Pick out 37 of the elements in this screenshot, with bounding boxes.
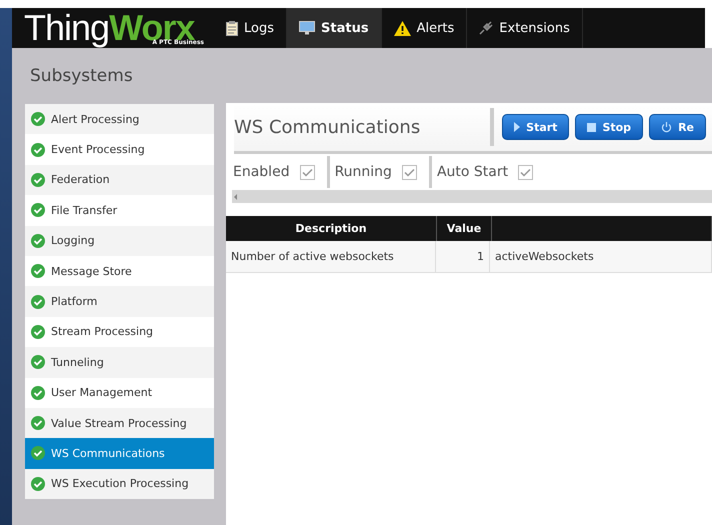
subsystem-item[interactable]: Alert Processing bbox=[25, 104, 214, 134]
flag-label: Enabled bbox=[233, 164, 290, 180]
action-button[interactable]: Start bbox=[502, 114, 570, 140]
subsystem-item[interactable]: Tunneling bbox=[25, 347, 214, 378]
subsystem-item[interactable]: Federation bbox=[25, 164, 214, 196]
stop-icon bbox=[587, 122, 596, 132]
flag-label: Auto Start bbox=[436, 164, 508, 180]
subsystem-item[interactable]: WS Communications bbox=[25, 438, 214, 469]
subsystem-item[interactable]: Stream Processing bbox=[25, 316, 214, 348]
action-button[interactable]: Stop bbox=[575, 114, 644, 140]
flag-label: Running bbox=[334, 164, 392, 180]
table-cell: Number of active websockets bbox=[226, 241, 436, 272]
scroll-left-icon[interactable] bbox=[232, 192, 240, 200]
warning-icon bbox=[394, 20, 411, 36]
subsystem-item[interactable]: File Transfer bbox=[25, 195, 214, 226]
subsystem-item[interactable]: WS Execution Processing bbox=[25, 468, 214, 500]
subsystem-item[interactable]: Message Store bbox=[25, 256, 214, 286]
nav-tab[interactable]: Status bbox=[287, 8, 382, 48]
subsystem-item[interactable]: Platform bbox=[25, 286, 214, 317]
scrollbar[interactable] bbox=[232, 190, 712, 203]
clipboard-icon bbox=[226, 20, 238, 36]
subsystem-item[interactable]: Logging bbox=[25, 226, 214, 256]
monitor-icon bbox=[299, 21, 315, 35]
page-title: Subsystems bbox=[29, 65, 134, 85]
table-cell: 1 bbox=[436, 241, 490, 272]
checkbox[interactable] bbox=[518, 164, 534, 180]
action-button[interactable]: Re bbox=[649, 114, 706, 140]
checkbox[interactable] bbox=[300, 164, 315, 180]
power-icon bbox=[661, 122, 672, 132]
subsystem-item[interactable]: User Management bbox=[25, 378, 214, 408]
checkbox[interactable] bbox=[402, 164, 417, 180]
plug-icon bbox=[479, 21, 494, 35]
play-icon bbox=[514, 122, 520, 132]
detail-title: WS Communications bbox=[234, 116, 422, 138]
subsystem-item[interactable]: Value Stream Processing bbox=[25, 408, 214, 438]
table-cell: activeWebsockets bbox=[490, 241, 712, 272]
subsystem-item[interactable]: Event Processing bbox=[25, 134, 214, 165]
